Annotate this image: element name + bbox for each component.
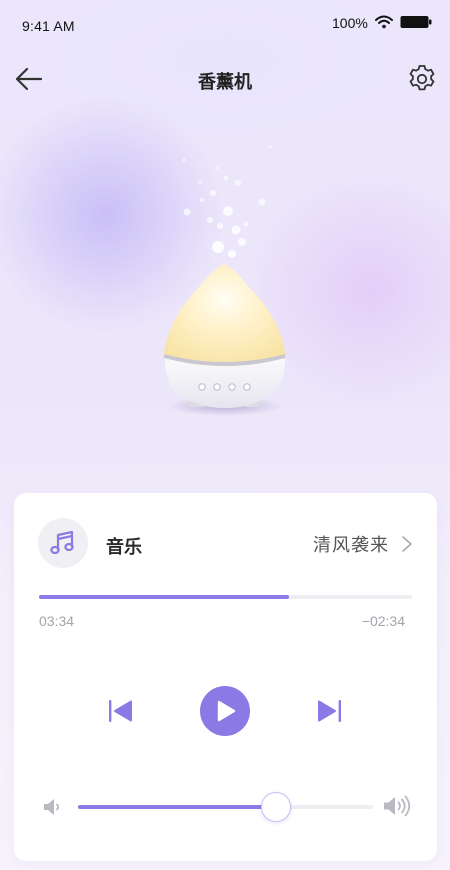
chevron-right-icon [402, 536, 412, 552]
battery-percentage: 100% [332, 15, 368, 31]
previous-track-button[interactable] [107, 698, 135, 724]
music-note-icon [50, 530, 74, 555]
wifi-icon [375, 15, 393, 29]
next-track-button[interactable] [315, 698, 343, 724]
volume-high-icon [384, 795, 411, 817]
volume-slider-fill [78, 805, 276, 809]
volume-low-icon [44, 799, 60, 815]
track-selector[interactable]: 清风袭来 [313, 531, 413, 557]
play-icon [217, 700, 236, 722]
playback-progress-fill [39, 595, 289, 599]
remaining-time: −02:34 [361, 613, 405, 629]
settings-gear-icon[interactable] [406, 63, 438, 95]
music-label: 音乐 [106, 537, 142, 557]
battery-icon [400, 16, 432, 28]
volume-slider[interactable] [78, 792, 373, 822]
status-time: 9:41 AM [22, 18, 75, 34]
aroma-diffuser-illustration [163, 145, 286, 416]
track-name: 清风袭来 [313, 535, 389, 555]
music-icon-container [38, 518, 88, 568]
play-button[interactable] [200, 686, 250, 736]
music-player-card: 音乐 清风袭来 03:34 −02:34 [14, 493, 437, 861]
volume-slider-thumb[interactable] [260, 792, 291, 822]
playback-progress-bar[interactable] [39, 595, 412, 599]
page-title: 香薰机 [198, 72, 252, 92]
elapsed-time: 03:34 [39, 613, 75, 629]
